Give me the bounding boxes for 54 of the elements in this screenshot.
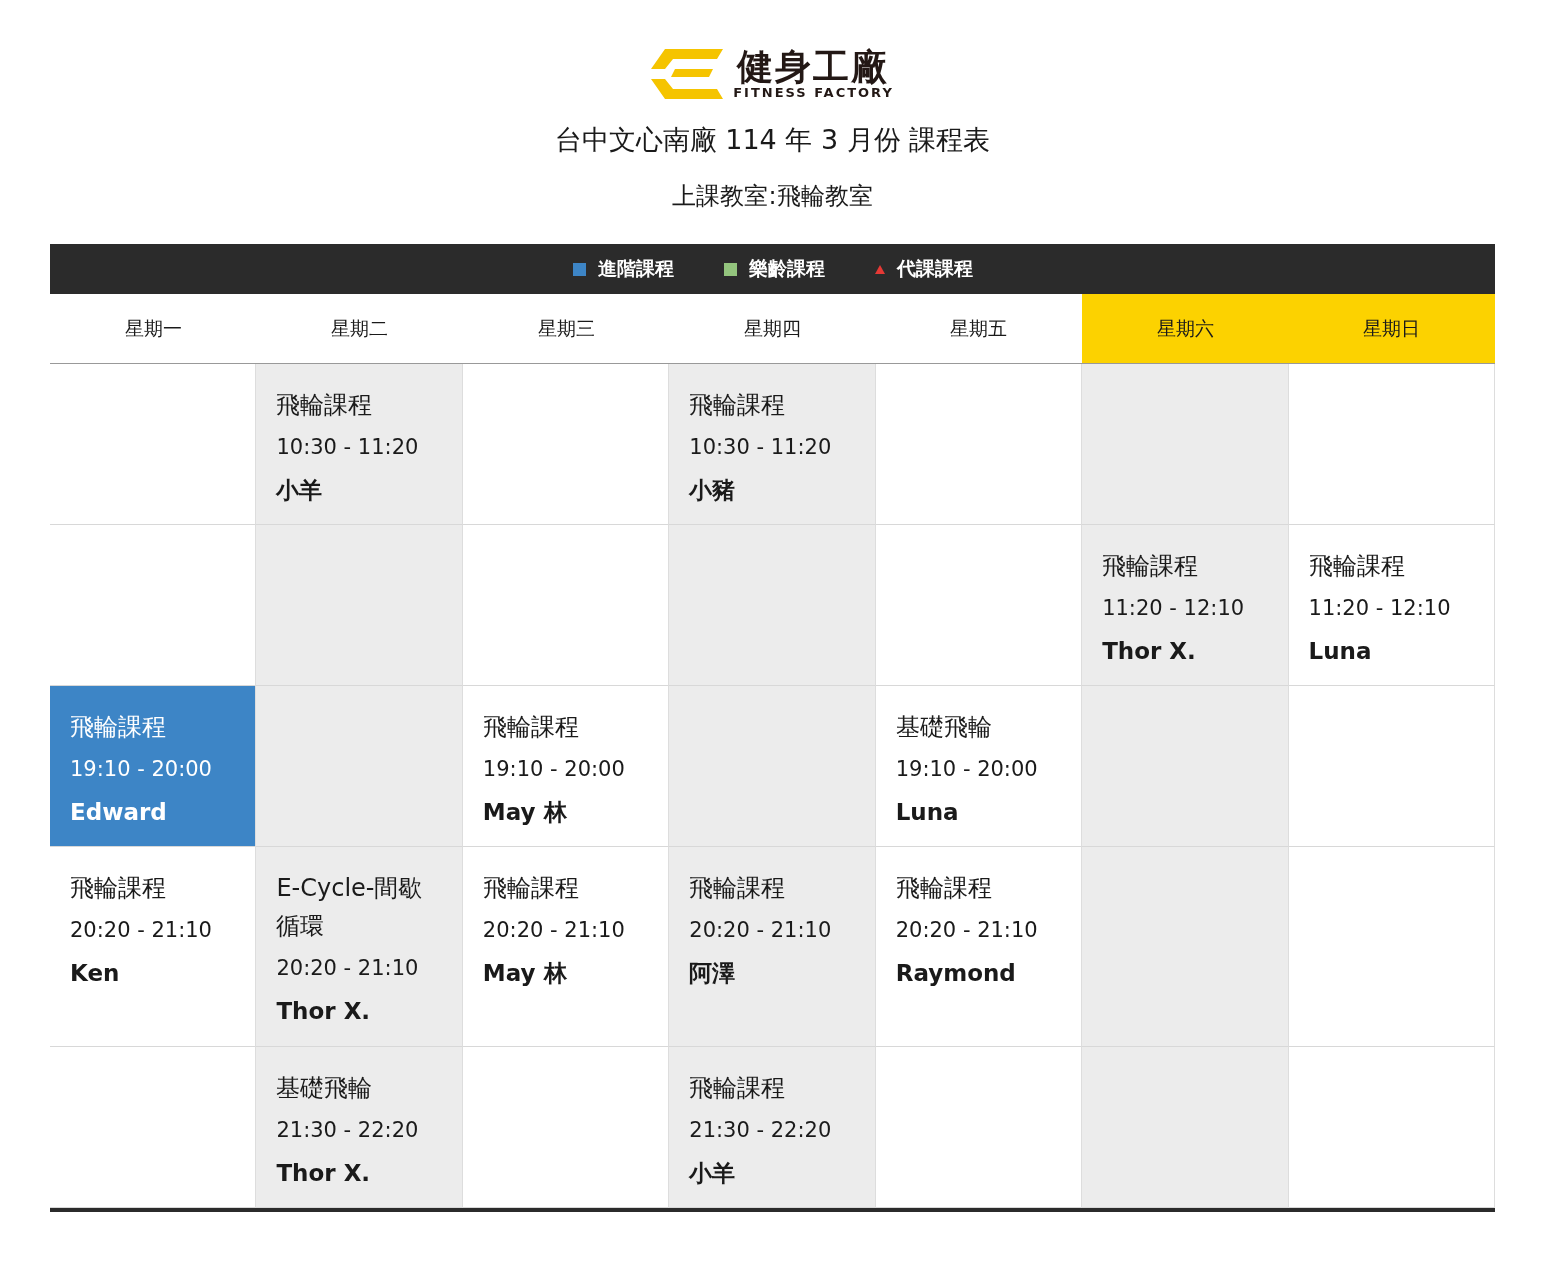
instructor-name: 小羊 <box>689 1159 737 1188</box>
class-title: 飛輪課程 <box>689 1073 787 1104</box>
class-title: 飛輪課程 <box>276 390 374 421</box>
class-time: 10:30 - 11:20 <box>689 434 833 461</box>
class-time: 11:20 - 12:10 <box>1102 595 1246 622</box>
class-title: 飛輪課程 <box>1308 551 1406 582</box>
day-header: 星期一 <box>50 294 257 364</box>
instructor-name: Thor X. <box>1102 637 1197 666</box>
class-title: 飛輪課程 <box>70 712 167 743</box>
legend-label: 樂齡課程 <box>748 256 825 281</box>
class-time: 20:20 - 21:10 <box>276 955 420 982</box>
instructor-name: May 林 <box>482 959 568 988</box>
class-time: 19:10 - 20:00 <box>70 756 213 783</box>
class-time: 20:20 - 21:10 <box>70 917 213 944</box>
class-title: 飛輪課程 <box>482 873 580 904</box>
instructor-name: Edward <box>70 798 168 827</box>
class-time: 20:20 - 21:10 <box>689 917 833 944</box>
logo-chevron-icon <box>651 49 724 99</box>
class-time: 10:30 - 11:20 <box>276 434 420 461</box>
class-time: 19:10 - 20:00 <box>895 756 1039 783</box>
class-time: 21:30 - 22:20 <box>689 1117 833 1144</box>
class-title: 飛輪課程 <box>689 873 787 904</box>
class-title: 飛輪課程 <box>689 390 787 421</box>
class-title: 基礎飛輪 <box>276 1073 374 1104</box>
instructor-name: Luna <box>1308 637 1373 666</box>
class-title: 飛輪課程 <box>70 873 167 904</box>
class-title: 飛輪課程 <box>895 873 993 904</box>
instructor-name: Raymond <box>895 959 1017 988</box>
instructor-name: Luna <box>895 798 960 827</box>
instructor-name: 阿澤 <box>689 959 737 988</box>
class-time: 20:20 - 21:10 <box>482 917 626 944</box>
class-time: 21:30 - 22:20 <box>276 1117 420 1144</box>
instructor-name: May 林 <box>482 798 568 827</box>
day-header: 星期三 <box>462 294 670 364</box>
instructor-name: Thor X. <box>276 1159 372 1188</box>
schedule-title: 台中文心南廠 114 年 3 月份 課程表 <box>553 123 992 157</box>
class-time: 11:20 - 12:10 <box>1308 595 1452 622</box>
classroom-label: 上課教室:飛輪教室 <box>671 181 874 212</box>
instructor-name: 小羊 <box>276 476 324 505</box>
class-title: 基礎飛輪 <box>895 712 993 743</box>
legend-label: 代課課程 <box>896 256 973 281</box>
day-header: 星期六 <box>1082 294 1289 364</box>
class-title: 飛輪課程 <box>1102 551 1200 582</box>
class-title: 飛輪課程 <box>482 712 580 743</box>
class-time: 20:20 - 21:10 <box>895 917 1039 944</box>
instructor-name: Ken <box>70 959 121 988</box>
logo-name: 健身工廠 <box>737 48 890 86</box>
instructor-name: 小豬 <box>689 476 737 505</box>
logo-subtitle: FITNESS FACTORY <box>733 86 894 100</box>
day-header: 星期日 <box>1288 294 1495 364</box>
legend-label: 進階課程 <box>597 256 674 281</box>
class-time: 19:10 - 20:00 <box>482 756 626 783</box>
instructor-name: Thor X. <box>276 997 372 1026</box>
class-title: E-Cycle-間歇循環 <box>276 873 424 942</box>
